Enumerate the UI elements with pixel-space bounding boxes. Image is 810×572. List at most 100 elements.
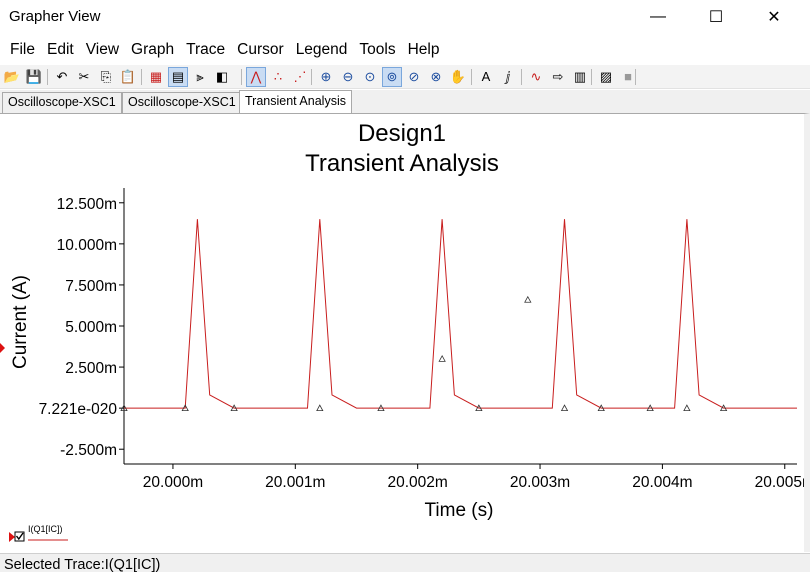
close-icon: ✕ (767, 9, 781, 26)
trace-side-marker-icon (0, 343, 5, 353)
menu-legend[interactable]: Legend (290, 36, 354, 64)
cursors-icon: ⫸ (196, 69, 204, 84)
x-tick-label: 20.003m (510, 474, 570, 491)
line-dots-mode-button[interactable]: ⋰ (290, 67, 310, 87)
stop-icon: ■ (624, 69, 632, 84)
data-marker (438, 355, 446, 362)
reverse-colors-icon: ◧ (215, 69, 229, 84)
zoom-y-icon: ⊗ (430, 69, 442, 84)
zoom-x-button[interactable]: ⊘ (404, 67, 424, 87)
y-tick-label: 7.500m (65, 278, 117, 295)
legend[interactable]: I(Q1[IC]) (9, 524, 68, 542)
marker-layer (120, 295, 728, 412)
transient-chart[interactable]: Design1 Transient Analysis Current (A) T… (0, 114, 810, 552)
toolbar-separator (311, 69, 312, 85)
line-mode-icon: ⋀ (250, 69, 262, 84)
add-text-button[interactable]: ⅉ (498, 67, 518, 87)
data-marker (316, 404, 324, 412)
menu-bar: File Edit View Graph Trace Cursor Legend… (0, 36, 810, 64)
legend-button[interactable]: ▤ (168, 67, 188, 87)
x-axis-label: Time (s) (425, 500, 494, 521)
pan-button[interactable]: ✋ (448, 67, 468, 87)
copy-button[interactable]: ⎘ (96, 67, 116, 87)
data-marker (683, 404, 691, 412)
y-tick-label: -2.500m (60, 442, 117, 459)
cut-icon: ✂ (78, 69, 90, 84)
status-bar: Selected Trace:I(Q1[IC]) (0, 553, 810, 572)
tab-strip: Oscilloscope-XSC1 Oscilloscope-XSC1 Tran… (0, 90, 810, 113)
zoom-out-button[interactable]: ⊖ (338, 67, 358, 87)
maximize-icon: ☐ (708, 9, 724, 26)
zoom-full-icon: ⊙ (364, 69, 376, 84)
dots-mode-icon: ∴ (273, 69, 283, 84)
axes: 12.500m 10.000m 7.500m 5.000m 2.500m 7.221e-0… (39, 188, 810, 491)
export-mathcad-button[interactable]: ▨ (596, 67, 616, 87)
export-excel-button[interactable]: ▥ (570, 67, 590, 87)
toolbar-separator (141, 69, 142, 85)
toolbar-separator (471, 69, 472, 85)
data-marker (560, 404, 569, 412)
maximize-button[interactable]: ☐ (688, 0, 744, 34)
x-tick-label: 20.000m (143, 474, 203, 491)
menu-help[interactable]: Help (402, 36, 446, 64)
menu-tools[interactable]: Tools (353, 36, 401, 64)
export-excel-icon: ▥ (573, 69, 587, 84)
reverse-colors-button[interactable]: ◧ (212, 67, 232, 87)
zoom-out-icon: ⊖ (342, 69, 354, 84)
save-button[interactable]: 💾 (24, 67, 44, 87)
export-icon: ⇨ (552, 69, 564, 84)
x-tick-label: 20.001m (265, 474, 325, 491)
toolbar-separator (47, 69, 48, 85)
data-marker (524, 295, 532, 303)
chart-title: Design1 (358, 120, 446, 147)
menu-view[interactable]: View (80, 36, 125, 64)
minimize-button[interactable]: — (630, 0, 686, 34)
legend-icon: ▤ (171, 69, 185, 84)
y-tick-label: 2.500m (65, 360, 117, 377)
tab-transient-analysis[interactable]: Transient Analysis (239, 90, 352, 113)
undo-button[interactable]: ↶ (52, 67, 72, 87)
zoom-y-button[interactable]: ⊗ (426, 67, 446, 87)
y-tick-label: 5.000m (65, 319, 117, 336)
cursors-button[interactable]: ⫸ (190, 67, 210, 87)
tab-oscilloscope-xsc1-2[interactable]: Oscilloscope-XSC1 (122, 92, 242, 113)
open-button[interactable]: 📂 (2, 67, 22, 87)
menu-graph[interactable]: Graph (125, 36, 180, 64)
cut-button[interactable]: ✂ (74, 67, 94, 87)
menu-cursor[interactable]: Cursor (231, 36, 290, 64)
menu-edit[interactable]: Edit (41, 36, 80, 64)
grid-button[interactable]: ▦ (146, 67, 166, 87)
zoom-x-icon: ⊘ (408, 69, 420, 84)
undo-icon: ↶ (56, 69, 68, 84)
series-layer (124, 219, 797, 409)
menu-file[interactable]: File (4, 36, 41, 64)
close-button[interactable]: ✕ (746, 0, 802, 34)
stop-button[interactable]: ■ (618, 67, 638, 87)
font-button[interactable]: A (476, 67, 496, 87)
title-bar: Grapher View — ☐ ✕ (0, 0, 810, 34)
dots-mode-button[interactable]: ∴ (268, 67, 288, 87)
save-icon: 💾 (25, 69, 43, 84)
chart-subtitle: Transient Analysis (305, 150, 499, 177)
menu-trace[interactable]: Trace (180, 36, 231, 64)
line-dots-mode-icon: ⋰ (293, 69, 307, 84)
y-tick-label: 10.000m (57, 237, 117, 254)
legend-marker-icon (9, 532, 15, 542)
line-mode-button[interactable]: ⋀ (246, 67, 266, 87)
add-text-icon: ⅉ (505, 69, 511, 84)
zoom-in-button[interactable]: ⊕ (316, 67, 336, 87)
toolbar-separator (241, 69, 242, 85)
font-icon: A (481, 69, 491, 84)
zoom-full-button[interactable]: ⊙ (360, 67, 380, 87)
export-mathcad-icon: ▨ (599, 69, 613, 84)
paste-button[interactable]: 📋 (118, 67, 138, 87)
x-tick-label: 20.005m (755, 474, 804, 491)
open-icon: 📂 (3, 69, 21, 84)
trace-properties-button[interactable]: ∿ (526, 67, 546, 87)
tab-oscilloscope-xsc1[interactable]: Oscilloscope-XSC1 (2, 92, 122, 113)
copy-icon: ⎘ (100, 69, 112, 84)
export-button[interactable]: ⇨ (548, 67, 568, 87)
window-title: Grapher View (9, 8, 101, 25)
minimize-icon: — (650, 8, 666, 25)
zoom-area-button[interactable]: ⊚ (382, 67, 402, 87)
